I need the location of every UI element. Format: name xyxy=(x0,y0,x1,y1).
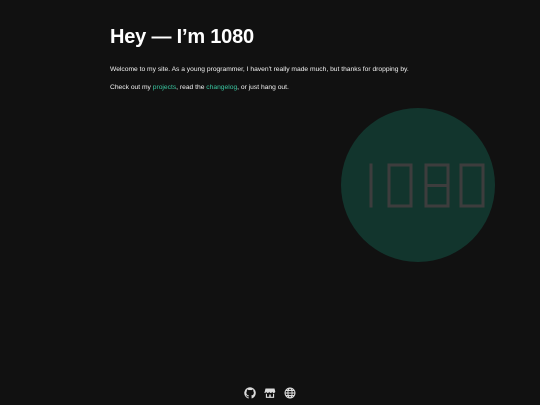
logo-1080-icon xyxy=(369,163,485,208)
welcome-text: Welcome to my site. As a young programme… xyxy=(110,66,409,73)
github-icon[interactable] xyxy=(244,387,256,399)
changelog-link[interactable]: changelog xyxy=(206,84,237,91)
globe-icon[interactable] xyxy=(284,387,296,399)
store-icon[interactable] xyxy=(264,387,276,399)
projects-link[interactable]: projects xyxy=(153,84,176,91)
main-content: Hey — I’m 1080 Welcome to my site. As a … xyxy=(110,26,430,92)
read-the-text: , read the xyxy=(176,84,207,92)
footer-links xyxy=(244,386,296,400)
checkout-prefix: Check out my xyxy=(110,84,153,92)
checkout-text: Check out my projects, read the changelo… xyxy=(110,83,430,92)
hang-out-text: , or just hang out. xyxy=(237,84,289,92)
page-title: Hey — I’m 1080 xyxy=(110,26,254,48)
logo-badge xyxy=(341,108,495,262)
